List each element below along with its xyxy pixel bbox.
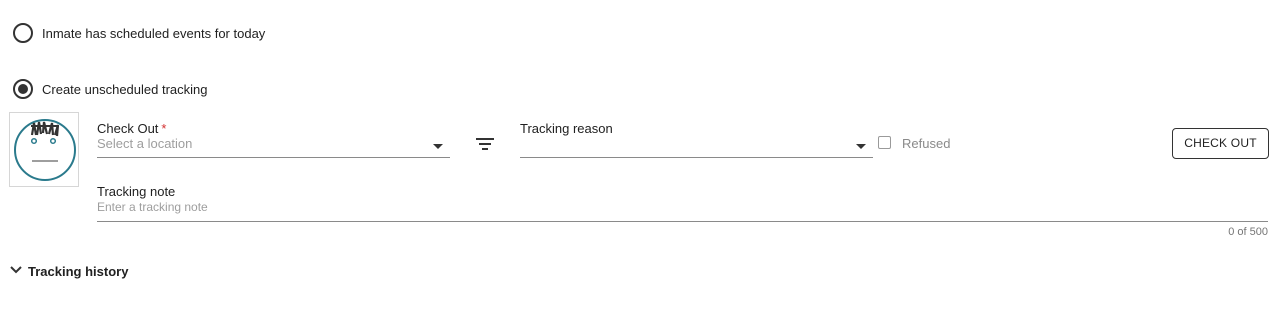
- chevron-down-icon[interactable]: [433, 144, 443, 149]
- check-out-location-select[interactable]: Select a location: [97, 136, 192, 152]
- refused-label: Refused: [902, 136, 951, 151]
- tracking-reason-underline: [520, 157, 873, 158]
- scheduled-events-radio[interactable]: [13, 23, 33, 43]
- unscheduled-tracking-radio-label: Create unscheduled tracking: [42, 82, 208, 97]
- face-placeholder-icon: [14, 119, 76, 181]
- refused-checkbox[interactable]: [878, 136, 891, 149]
- tracking-note-underline: [97, 221, 1268, 222]
- tracking-reason-select[interactable]: [520, 136, 855, 154]
- check-out-label: Check Out *: [97, 121, 167, 136]
- unscheduled-tracking-radio[interactable]: [13, 79, 33, 99]
- radio-selected-dot: [18, 84, 28, 94]
- tracking-history-toggle[interactable]: Tracking history: [28, 264, 128, 280]
- check-out-underline: [97, 157, 450, 158]
- chevron-down-icon[interactable]: [10, 265, 22, 275]
- inmate-avatar: [9, 112, 79, 187]
- required-marker: *: [161, 121, 167, 136]
- chevron-down-icon[interactable]: [856, 144, 866, 149]
- tracking-note-input[interactable]: Enter a tracking note: [97, 199, 208, 215]
- tracking-note-label: Tracking note: [97, 184, 176, 199]
- scheduled-events-radio-label: Inmate has scheduled events for today: [42, 26, 266, 41]
- filter-icon[interactable]: [475, 136, 495, 152]
- tracking-reason-label: Tracking reason: [520, 121, 613, 136]
- tracking-note-character-counter: 0 of 500: [1228, 226, 1268, 238]
- check-out-button[interactable]: CHECK OUT: [1172, 128, 1269, 159]
